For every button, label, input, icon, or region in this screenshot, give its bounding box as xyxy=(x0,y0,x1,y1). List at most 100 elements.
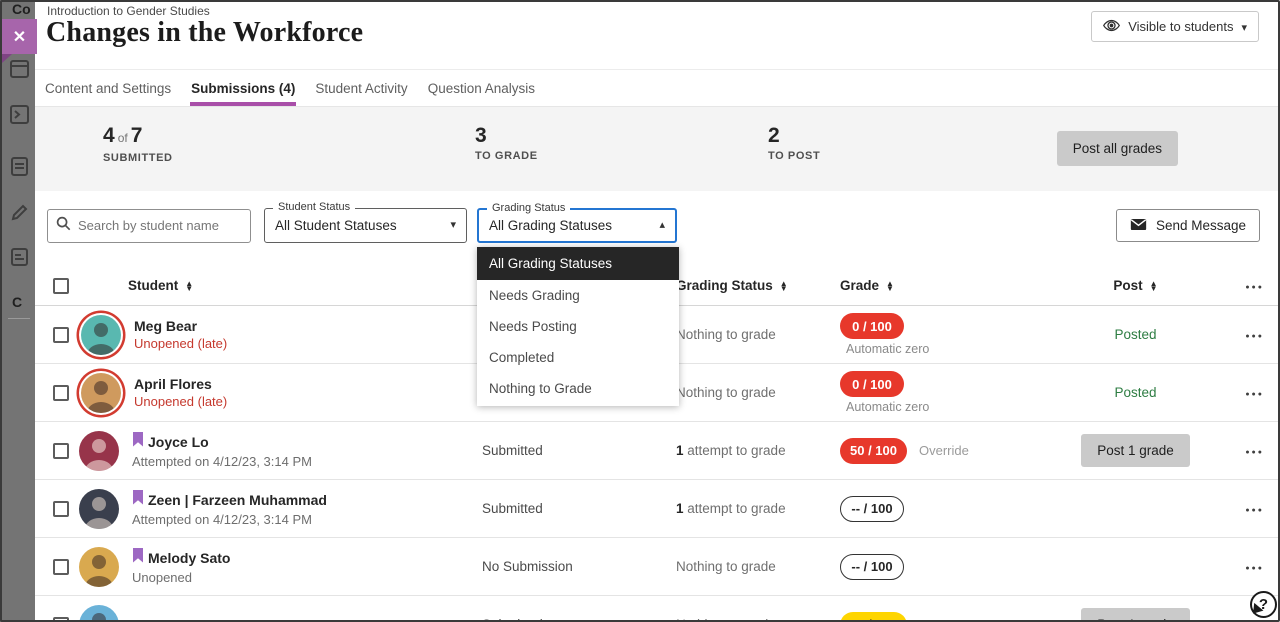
search-input[interactable] xyxy=(78,218,242,233)
row-ellipsis-menu[interactable] xyxy=(1245,561,1264,573)
eye-icon xyxy=(1103,19,1120,35)
student-name[interactable]: Zeen | Farzeen Muhammad xyxy=(148,492,327,508)
submission-status: Submitted xyxy=(482,617,676,622)
tab-submissions[interactable]: Submissions (4) xyxy=(190,70,296,106)
grading-status: Nothing to grade xyxy=(676,385,840,400)
menu-option-needs-grading[interactable]: Needs Grading xyxy=(477,280,679,311)
row-checkbox[interactable] xyxy=(53,617,69,622)
menu-option-nothing-to-grade[interactable]: Nothing to Grade xyxy=(477,373,679,404)
avatar xyxy=(79,431,119,471)
stats-bar: 4of7 SUBMITTED 3 TO GRADE 2 TO POST Post… xyxy=(35,107,1280,191)
close-panel-button[interactable] xyxy=(2,19,37,54)
column-header-grading-status[interactable]: Grading Status xyxy=(676,278,840,293)
posted-status: Posted xyxy=(1114,327,1156,342)
breadcrumb[interactable]: Introduction to Gender Studies xyxy=(47,4,210,18)
calendar-icon[interactable] xyxy=(9,58,30,84)
background-heading-fragment-2: C xyxy=(12,294,22,310)
student-name[interactable]: Arden Tuomala xyxy=(132,617,233,622)
pencil-icon[interactable] xyxy=(9,202,30,228)
background-page-strip: Co C xyxy=(0,0,35,622)
row-checkbox[interactable] xyxy=(53,443,69,459)
sort-icon xyxy=(185,281,193,291)
grade-pill[interactable]: 50 / 100 xyxy=(840,438,907,464)
send-message-button[interactable]: Send Message xyxy=(1116,209,1260,242)
grading-status: 1 attempt to grade xyxy=(676,501,840,516)
post-grade-button[interactable]: Post 1 grade xyxy=(1081,434,1190,467)
flag-icon xyxy=(132,548,144,568)
grade-pill[interactable]: -- / 100 xyxy=(840,496,904,522)
page-title: Changes in the Workforce xyxy=(46,17,363,49)
grading-status-select[interactable]: Grading Status All Grading Statuses xyxy=(477,208,677,243)
grade-cell: 70 / 100 xyxy=(840,612,1040,622)
select-all-checkbox[interactable] xyxy=(53,278,69,294)
row-ellipsis-menu[interactable] xyxy=(1245,445,1264,457)
student-name[interactable]: Joyce Lo xyxy=(148,434,209,450)
avatar xyxy=(79,547,119,587)
to-post-caption: TO POST xyxy=(768,150,820,162)
row-ellipsis-menu[interactable] xyxy=(1245,503,1264,515)
header-ellipsis-menu[interactable] xyxy=(1245,280,1264,292)
of-label: of xyxy=(115,131,131,145)
grade-cell: 50 / 100 Override xyxy=(840,438,1040,464)
grade-pill[interactable]: 70 / 100 xyxy=(840,612,907,622)
grade-note: Automatic zero xyxy=(846,400,929,414)
student-status-select[interactable]: Student Status All Student Statuses xyxy=(264,208,467,243)
avatar xyxy=(79,489,119,529)
tab-content-and-settings[interactable]: Content and Settings xyxy=(44,70,172,106)
row-ellipsis-menu[interactable] xyxy=(1245,387,1264,399)
sort-icon xyxy=(780,281,788,291)
background-heading-fragment: Co xyxy=(12,1,31,17)
avatar xyxy=(81,373,121,413)
grade-cell: 0 / 100 Automatic zero xyxy=(840,371,1040,414)
student-name[interactable]: April Flores xyxy=(134,376,212,392)
stat-to-grade: 3 TO GRADE xyxy=(475,124,538,162)
visibility-label: Visible to students xyxy=(1128,19,1233,34)
grade-cell: -- / 100 xyxy=(840,496,1040,522)
chevron-down-icon xyxy=(1241,19,1247,34)
menu-option-all-grading-statuses[interactable]: All Grading Statuses xyxy=(477,247,679,280)
tab-student-activity[interactable]: Student Activity xyxy=(314,70,408,106)
row-checkbox[interactable] xyxy=(53,559,69,575)
grade-cell: -- / 100 xyxy=(840,554,1040,580)
row-checkbox[interactable] xyxy=(53,385,69,401)
row-ellipsis-menu[interactable] xyxy=(1245,329,1264,341)
menu-option-completed[interactable]: Completed xyxy=(477,342,679,373)
help-button[interactable]: ? xyxy=(1250,591,1277,618)
submissions-content: Student Status All Student Statuses Grad… xyxy=(35,191,1280,622)
grading-status-menu: All Grading Statuses Needs Grading Needs… xyxy=(477,247,679,406)
filter-row: Student Status All Student Statuses Grad… xyxy=(47,208,1260,243)
submitted-total: 7 xyxy=(131,124,143,147)
clipboard-icon[interactable] xyxy=(9,246,30,272)
document-icon[interactable] xyxy=(9,156,30,182)
row-checkbox[interactable] xyxy=(53,327,69,343)
student-name[interactable]: Meg Bear xyxy=(134,318,197,334)
send-message-label: Send Message xyxy=(1156,218,1246,233)
override-label: Override xyxy=(919,443,969,458)
page-header: Introduction to Gender Studies Changes i… xyxy=(35,0,1280,70)
post-all-grades-button[interactable]: Post all grades xyxy=(1057,131,1178,166)
table-row: Joyce Lo Attempted on 4/12/23, 3:14 PM S… xyxy=(35,422,1280,480)
student-status-label: Student Status xyxy=(273,201,355,213)
student-status-line: Attempted on 4/12/23, 3:14 PM xyxy=(132,454,312,469)
column-header-post[interactable]: Post xyxy=(1040,278,1231,293)
submission-status: Submitted xyxy=(482,443,676,458)
grading-status: Nothing to grade xyxy=(676,327,840,342)
grade-pill[interactable]: 0 / 100 xyxy=(840,313,904,339)
to-grade-caption: TO GRADE xyxy=(475,150,538,162)
visibility-dropdown-button[interactable]: Visible to students xyxy=(1091,11,1259,42)
grade-pill[interactable]: -- / 100 xyxy=(840,554,904,580)
post-grade-button[interactable]: Post 1 grade xyxy=(1081,608,1190,622)
terminal-icon[interactable] xyxy=(9,104,30,130)
grading-status-value: All Grading Statuses xyxy=(479,210,675,241)
close-button-tail xyxy=(2,54,12,63)
student-name[interactable]: Melody Sato xyxy=(148,550,230,566)
submitted-count: 4 xyxy=(103,124,115,147)
grade-pill[interactable]: 0 / 100 xyxy=(840,371,904,397)
grade-note: Automatic zero xyxy=(846,342,929,356)
column-header-grade[interactable]: Grade xyxy=(840,278,1040,293)
row-checkbox[interactable] xyxy=(53,501,69,517)
tab-question-analysis[interactable]: Question Analysis xyxy=(427,70,536,106)
menu-option-needs-posting[interactable]: Needs Posting xyxy=(477,311,679,342)
column-header-student[interactable]: Student xyxy=(79,278,482,293)
chevron-down-icon xyxy=(450,209,456,242)
